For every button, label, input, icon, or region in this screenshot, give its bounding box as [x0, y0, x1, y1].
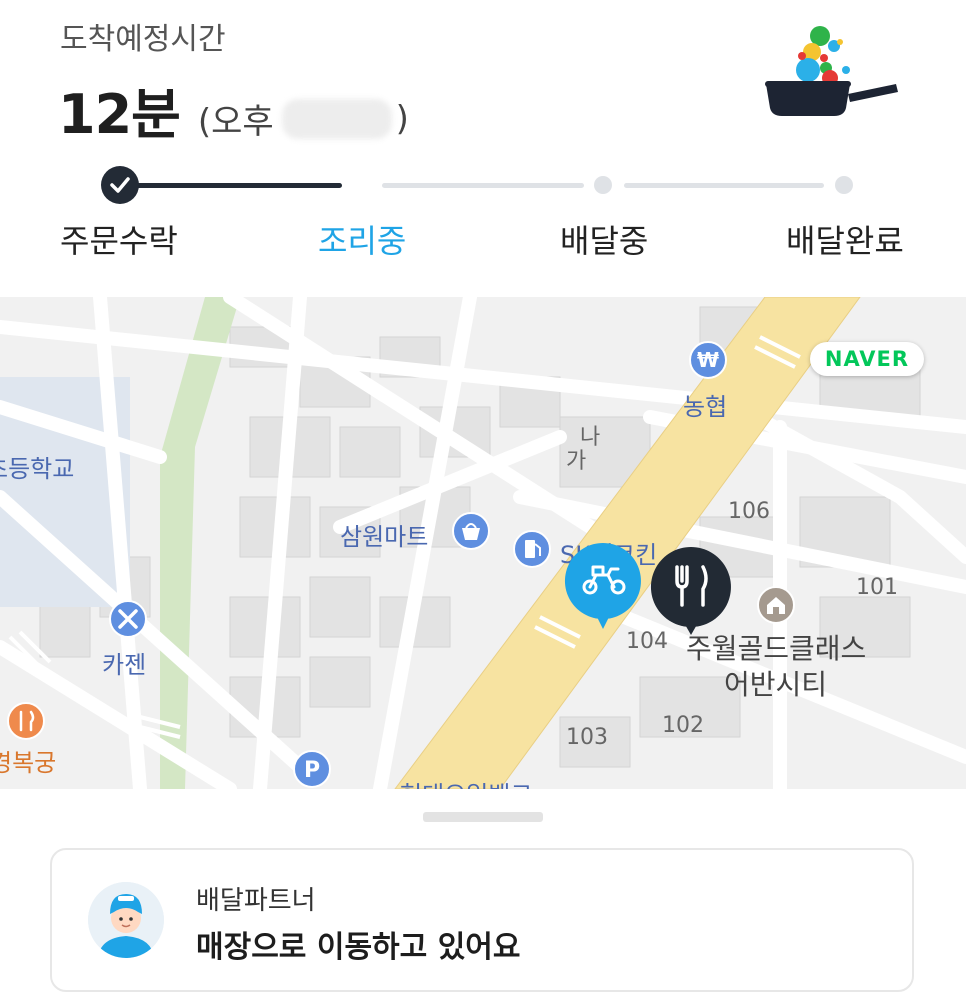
map-label-102: 102	[662, 713, 704, 738]
map-label-103: 103	[566, 725, 608, 750]
rider-card-status: 매장으로 이동하고 있어요	[196, 930, 521, 965]
eta-row: 12분 (오후 )	[58, 70, 409, 149]
svg-text:₩: ₩	[697, 348, 719, 372]
step-label-delivering: 배달중	[560, 222, 649, 260]
map-label-nonghyup: 농협	[683, 393, 728, 421]
bank-icon: ₩	[689, 341, 727, 379]
rider-avatar-icon	[88, 882, 164, 958]
store-marker-fork-knife-icon[interactable]	[649, 545, 733, 637]
map-label-kajen: 카젠	[102, 651, 147, 679]
map-label-building2: 어반시티	[724, 668, 828, 701]
delivery-map[interactable]: ₩ P 초등학교 농협 나 가 삼원마트 SK에코킨 카젠 경복궁 주월골드클래…	[0, 297, 966, 789]
rider-card-title: 배달파트너	[196, 886, 316, 916]
map-label-school: 초등학교	[0, 455, 75, 483]
home-icon	[757, 586, 795, 624]
svg-text:P: P	[304, 758, 320, 783]
gas-station-icon	[513, 530, 551, 568]
step-label-delivered: 배달완료	[786, 222, 904, 260]
map-label-restaurant: 경복궁	[0, 749, 57, 777]
wrench-icon	[109, 600, 147, 638]
naver-logo: NAVER	[810, 342, 924, 376]
eta-minutes: 12분	[58, 83, 181, 146]
step-pending-dot	[594, 176, 612, 194]
map-label-101: 101	[856, 575, 898, 600]
progress-track-done	[122, 183, 342, 188]
step-done-check-icon	[101, 166, 139, 204]
eta-clock-redacted	[281, 98, 392, 139]
map-label-ga: 가	[566, 449, 587, 474]
progress-track-2	[382, 183, 584, 188]
eta-clock: (오후 )	[198, 94, 409, 143]
step-pending-dot	[835, 176, 853, 194]
step-label-accepted: 주문수락	[60, 222, 178, 260]
bottom-sheet-handle[interactable]	[423, 812, 543, 822]
restaurant-poi-icon	[7, 702, 45, 740]
step-label-cooking: 조리중	[318, 222, 407, 260]
map-label-samwon: 삼원마트	[340, 523, 429, 551]
map-label-106: 106	[728, 499, 770, 524]
shopping-basket-icon	[452, 512, 490, 550]
parking-icon: P	[293, 750, 331, 788]
cooking-pan-icon	[765, 26, 898, 116]
map-label-bottom: 현대오일뱅크	[400, 775, 532, 789]
rider-marker-scooter-icon[interactable]	[563, 541, 643, 631]
progress-track-3	[624, 183, 824, 188]
eta-clock-suffix: )	[395, 98, 409, 139]
rider-avatar	[88, 882, 164, 958]
eta-label: 도착예정시간	[60, 22, 226, 57]
rider-status-card[interactable]: 배달파트너 매장으로 이동하고 있어요	[50, 848, 914, 992]
eta-clock-prefix: (오후	[197, 102, 274, 142]
